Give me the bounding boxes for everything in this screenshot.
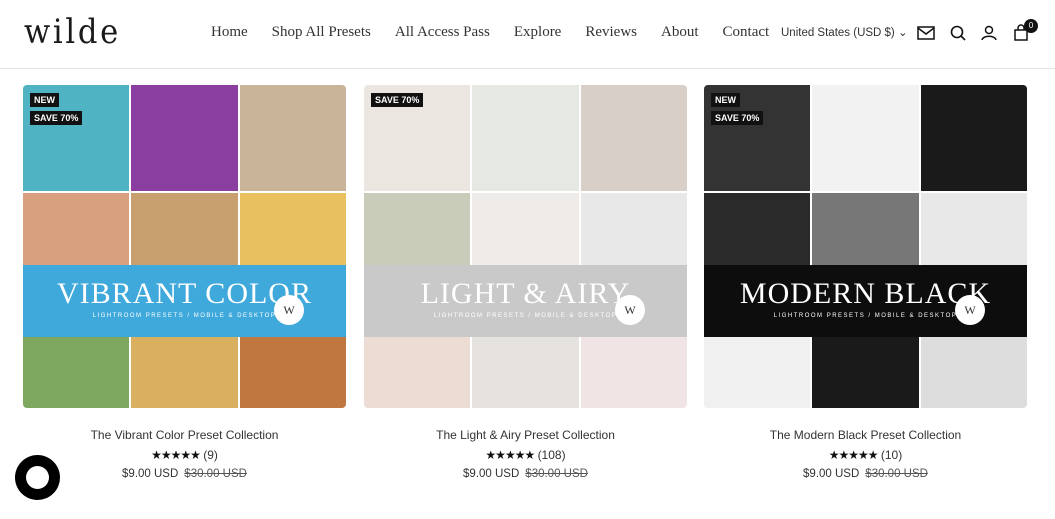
main-nav: Home Shop All Presets All Access Pass Ex… — [211, 24, 793, 41]
product-banner: LIGHT & AIRY LIGHTROOM PRESETS / MOBILE … — [364, 265, 687, 337]
wilde-seal-logo: W — [955, 295, 985, 325]
review-count: (9) — [203, 448, 218, 462]
account-icon[interactable] — [980, 22, 998, 44]
sale-price: $9.00 USD — [803, 468, 860, 480]
product-title[interactable]: The Light & Airy Preset Collection — [364, 428, 687, 442]
sale-price: $9.00 USD — [122, 468, 179, 480]
product-rating: ★★★★★ (10) — [704, 448, 1027, 462]
chat-bubble-icon — [26, 466, 49, 489]
product-price: $9.00 USD $30.00 USD — [23, 468, 346, 480]
logo[interactable]: wilde — [24, 12, 121, 52]
nav-all-access-pass[interactable]: All Access Pass — [395, 24, 490, 41]
product-rating: ★★★★★ (108) — [364, 448, 687, 462]
cart-count-badge: 0 — [1024, 19, 1038, 33]
product-title[interactable]: The Vibrant Color Preset Collection — [23, 428, 346, 442]
badge-save: SAVE 70% — [371, 93, 424, 107]
product-banner: MODERN BLACK LIGHTROOM PRESETS / MOBILE … — [704, 265, 1027, 337]
photo-tile — [239, 85, 346, 192]
star-rating-icon: ★★★★★ — [151, 448, 201, 462]
product-image[interactable]: LIGHT & AIRY LIGHTROOM PRESETS / MOBILE … — [364, 85, 687, 408]
nav-home[interactable]: Home — [211, 24, 248, 41]
product-card[interactable]: MODERN BLACK LIGHTROOM PRESETS / MOBILE … — [704, 85, 1027, 480]
product-rating: ★★★★★ (9) — [23, 448, 346, 462]
star-rating-icon: ★★★★★ — [828, 448, 879, 462]
photo-tile — [812, 85, 919, 192]
nav-about[interactable]: About — [661, 24, 699, 41]
locale-label: United States (USD $) — [781, 27, 895, 39]
product-image[interactable]: VIBRANT COLOR LIGHTROOM PRESETS / MOBILE… — [23, 85, 346, 408]
compare-price: $30.00 USD — [184, 468, 247, 480]
badge-save: SAVE 70% — [30, 111, 83, 125]
product-image[interactable]: MODERN BLACK LIGHTROOM PRESETS / MOBILE … — [704, 85, 1027, 408]
photo-tile — [580, 85, 687, 192]
sale-price: $9.00 USD — [463, 468, 520, 480]
badge-new: NEW — [711, 93, 740, 107]
product-price: $9.00 USD $30.00 USD — [364, 468, 687, 480]
nav-explore[interactable]: Explore — [514, 24, 561, 41]
product-title[interactable]: The Modern Black Preset Collection — [704, 428, 1027, 442]
product-card[interactable]: VIBRANT COLOR LIGHTROOM PRESETS / MOBILE… — [23, 85, 346, 480]
star-rating-icon: ★★★★★ — [485, 448, 535, 462]
search-icon[interactable] — [949, 22, 967, 44]
compare-price: $30.00 USD — [865, 468, 928, 480]
chat-button[interactable] — [15, 455, 60, 500]
compare-price: $30.00 USD — [525, 468, 588, 480]
nav-contact[interactable]: Contact — [723, 24, 770, 41]
locale-selector[interactable]: United States (USD $) ⌄ — [781, 25, 908, 39]
photo-tile — [131, 85, 238, 192]
wilde-seal-logo: W — [615, 295, 645, 325]
product-price: $9.00 USD $30.00 USD — [704, 468, 1027, 480]
badge-new: NEW — [30, 93, 59, 107]
badge-save: SAVE 70% — [711, 111, 764, 125]
photo-tile — [472, 85, 579, 192]
chevron-down-icon: ⌄ — [897, 27, 908, 39]
nav-reviews[interactable]: Reviews — [585, 24, 637, 41]
product-banner: VIBRANT COLOR LIGHTROOM PRESETS / MOBILE… — [23, 265, 346, 337]
product-card[interactable]: LIGHT & AIRY LIGHTROOM PRESETS / MOBILE … — [364, 85, 687, 480]
photo-tile — [920, 85, 1027, 192]
wilde-seal-logo: W — [274, 295, 304, 325]
mail-icon[interactable] — [917, 22, 935, 44]
nav-shop-all-presets[interactable]: Shop All Presets — [272, 24, 371, 41]
review-count: (10) — [880, 448, 903, 462]
review-count: (108) — [537, 448, 566, 462]
site-header: wilde Home Shop All Presets All Access P… — [0, 0, 1055, 69]
